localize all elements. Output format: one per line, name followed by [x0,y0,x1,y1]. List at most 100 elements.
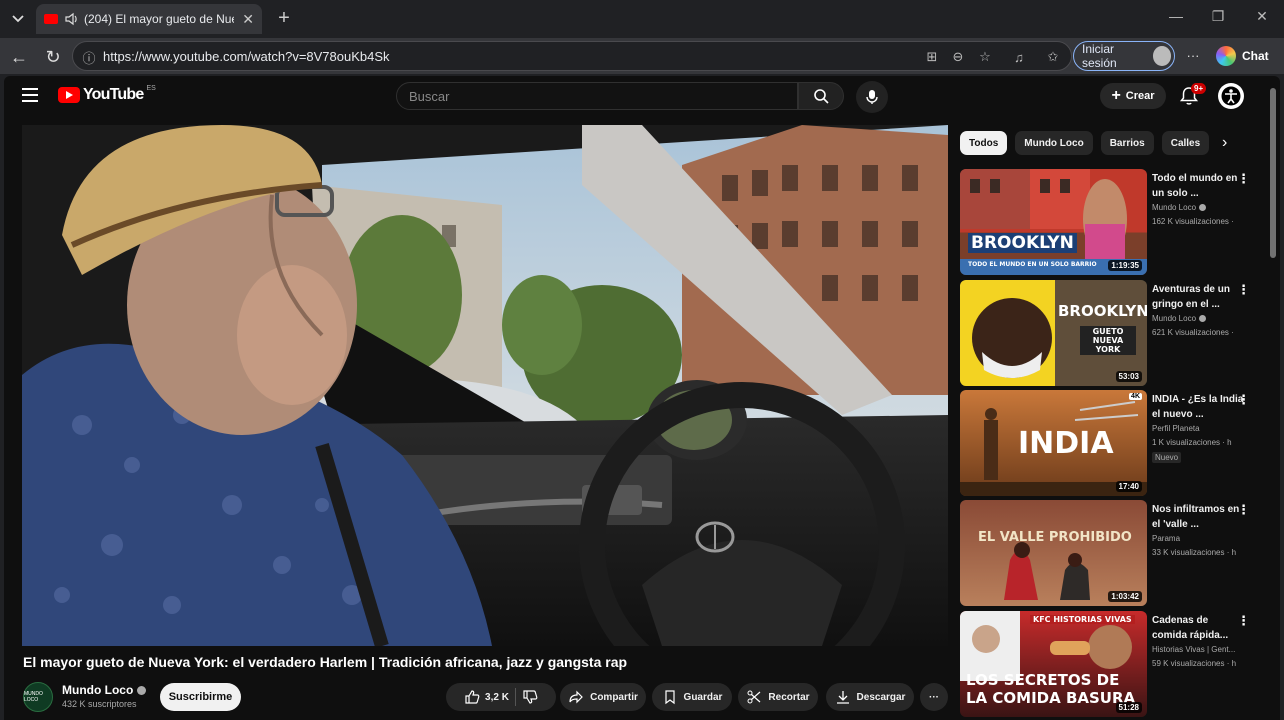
app-available-icon[interactable]: ⊞ [923,48,941,66]
video-thumbnail[interactable]: KFC HISTORIAS VIVAS LOS SECRETOS DE LA C… [960,611,1147,717]
like-divider [514,688,516,706]
recommendation-title[interactable]: INDIA - ¿Es la India el nuevo ... [1152,392,1244,422]
save-button[interactable]: Guardar [652,683,732,711]
recommendation-item[interactable]: INDIA 4K 17:40 INDIA - ¿Es la India el n… [960,390,1270,496]
create-button[interactable]: + Crear [1100,83,1166,109]
youtube-logo[interactable]: YouTube ES [58,85,156,104]
recommendation-item[interactable]: BROOKLYN TODO EL MUNDO EN UN SOLO BARRIO… [960,169,1270,275]
kebab-menu-icon[interactable]: ⋮ [1237,282,1250,298]
subscribe-button[interactable]: Suscribirme [160,683,241,711]
share-button[interactable]: Compartir [560,683,646,711]
recommendation-item[interactable]: BROOKLYN GUETO NUEVA YORK 53:03 Aventura… [960,280,1270,386]
chip-mundo-loco[interactable]: Mundo Loco [1015,131,1093,155]
voice-search-button[interactable] [856,81,888,113]
copilot-chat-button[interactable]: Chat [1216,44,1269,68]
video-thumbnail[interactable]: BROOKLYN GUETO NUEVA YORK 53:03 [960,280,1147,386]
chip-todos[interactable]: Todos [960,131,1008,155]
search-input[interactable]: Buscar [396,82,798,110]
view-count: 59 K visualizaciones · h [1152,659,1237,668]
channel-name-text: Mundo Loco [62,683,134,697]
recommendation-item[interactable]: EL VALLE PROHIBIDO 1:03:42 Nos infiltram… [960,500,1270,606]
recommendation-title[interactable]: Todo el mundo en un solo ... [1152,171,1244,201]
video-duration: 1:03:42 [1108,591,1142,602]
page-scrollbar[interactable] [1270,88,1276,258]
kebab-menu-icon[interactable]: ⋮ [1237,613,1250,629]
view-count: 621 K visualizaciones · [1152,328,1234,337]
thumbs-down-icon[interactable] [522,689,538,705]
more-options-icon[interactable]: ··· [1184,46,1202,64]
recommendation-title[interactable]: Cadenas de comida rápida... [1152,613,1244,643]
thumbnail-subtitle: GUETO NUEVA YORK [1080,326,1136,355]
youtube-page: YouTube ES Buscar + Crear 9+ El mayor gu… [4,76,1280,720]
search-button[interactable] [798,82,844,110]
video-thumbnail[interactable]: BROOKLYN TODO EL MUNDO EN UN SOLO BARRIO… [960,169,1147,275]
yt-header: YouTube ES Buscar + Crear 9+ [4,76,1280,116]
share-icon [569,690,583,704]
channel-name[interactable]: Mundo Loco [62,683,147,697]
refresh-icon[interactable]: ↻ [42,46,64,68]
recommendation-item[interactable]: KFC HISTORIAS VIVAS LOS SECRETOS DE LA C… [960,611,1270,717]
video-thumbnail[interactable]: INDIA 4K 17:40 [960,390,1147,496]
video-duration: 1:19:35 [1108,260,1142,271]
download-button[interactable]: Descargar [826,683,914,711]
share-label: Compartir [590,691,638,703]
like-button[interactable]: 3,2 K [464,689,509,705]
logo-text: YouTube [83,86,144,103]
plus-icon: + [1111,87,1121,104]
signin-button[interactable]: Iniciar sesión [1073,41,1175,71]
bookmark-icon [664,690,675,705]
download-icon [836,691,849,704]
filter-chips: Todos Mundo Loco Barrios Calles [960,131,1210,155]
restore-button[interactable]: ❐ [1198,8,1238,25]
video-thumbnail[interactable]: EL VALLE PROHIBIDO 1:03:42 [960,500,1147,606]
channel-name-text: Historias Vivas | Gent... [1152,645,1236,654]
clip-button[interactable]: Recortar [738,683,818,711]
channel-name-text: Perfil Planeta [1152,424,1200,433]
close-tab-icon[interactable]: ✕ [242,11,254,28]
channel-name-text: Mundo Loco [1152,314,1197,323]
more-horizontal-icon: ··· [929,691,939,703]
browser-tab-active[interactable]: (204) El mayor gueto de Nueva York ✕ [36,4,262,34]
back-arrow-icon[interactable]: ← [8,46,30,68]
chip-barrios[interactable]: Barrios [1100,131,1154,155]
kfc-sign: KFC HISTORIAS VIVAS [1030,615,1135,624]
recommendation-title[interactable]: Nos infiltramos en el 'valle ... [1152,502,1244,532]
chip-calles[interactable]: Calles [1161,131,1210,155]
kebab-menu-icon[interactable]: ⋮ [1237,502,1250,518]
thumbnail-subtitle: LA COMIDA BASURA [966,689,1136,707]
video-title: El mayor gueto de Nueva York: el verdade… [23,654,628,670]
speaker-icon[interactable] [64,12,78,26]
new-tab-button[interactable]: + [272,7,296,30]
favorite-star-icon[interactable]: ☆ [976,48,994,66]
recommendation-channel[interactable]: Mundo Loco [1152,203,1207,212]
minimize-button[interactable]: — [1156,8,1196,24]
microphone-icon [866,90,878,104]
browser-tab-bar: (204) El mayor gueto de Nueva York ✕ + —… [0,0,1284,38]
channel-avatar[interactable]: MUNDO LOCO [23,682,53,712]
zoom-icon[interactable]: ⊖ [949,48,967,66]
thumbnail-title: LOS SECRETOS DE [966,671,1120,689]
address-bar[interactable]: ⓘ https://www.youtube.com/watch?v=8V78ou… [72,41,1072,71]
menu-icon[interactable] [22,88,38,102]
site-info-icon[interactable]: ⓘ [80,48,98,66]
read-aloud-icon[interactable]: ♫ [1010,48,1028,66]
recommendation-channel[interactable]: Parama [1152,534,1180,543]
channel-name-text: Parama [1152,534,1181,543]
account-avatar[interactable] [1218,83,1244,109]
recommendation-channel[interactable]: Mundo Loco [1152,314,1207,323]
video-duration: 51:28 [1115,702,1142,713]
chevron-right-icon[interactable]: › [1222,134,1227,152]
recommendation-channel[interactable]: Historias Vivas | Gent... [1152,645,1235,654]
tab-list-button[interactable] [0,0,36,38]
more-actions-button[interactable]: ··· [920,683,948,711]
notification-badge: 9+ [1191,83,1207,94]
favorites-icon[interactable]: ✩ [1044,48,1062,66]
subscriber-count: 432 K suscriptores [62,699,137,709]
recommendation-title[interactable]: Aventuras de un gringo en el ... [1152,282,1244,312]
recommendation-channel[interactable]: Perfil Planeta [1152,424,1200,433]
video-player[interactable] [22,125,948,646]
close-window-button[interactable]: ✕ [1242,8,1282,25]
search-placeholder: Buscar [409,88,450,104]
kebab-menu-icon[interactable]: ⋮ [1237,392,1250,408]
kebab-menu-icon[interactable]: ⋮ [1237,171,1250,187]
